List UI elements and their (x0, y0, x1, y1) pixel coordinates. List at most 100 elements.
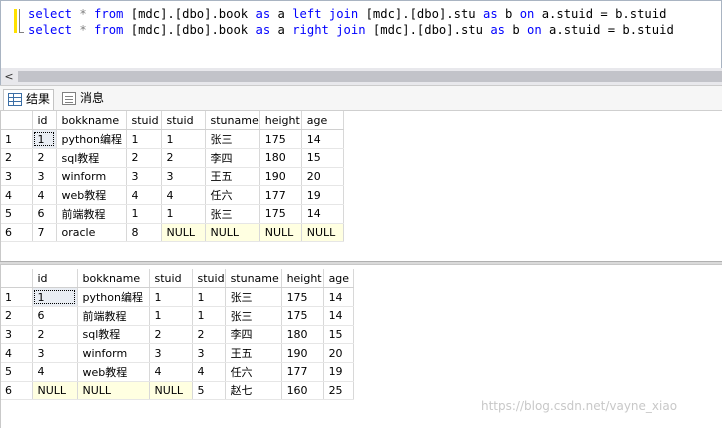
grid-cell[interactable]: 190 (281, 343, 324, 363)
grid-cell[interactable]: 2 (161, 148, 206, 168)
grid-cell[interactable]: NULL (205, 223, 260, 243)
scrollbar-thumb[interactable] (18, 71, 722, 82)
row-number[interactable]: 4 (1, 343, 33, 363)
tab-messages[interactable]: 消息 (58, 89, 110, 110)
table-row[interactable]: 5 4 web教程 4 4 任六 177 19 (1, 362, 354, 382)
column-header[interactable]: stuname (225, 269, 282, 289)
grid-cell[interactable]: 180 (281, 325, 324, 345)
grid-cell[interactable]: 25 (323, 381, 354, 401)
grid-cell[interactable]: winform (77, 343, 150, 363)
column-header[interactable]: bokkname (77, 269, 150, 289)
grid-cell[interactable]: 8 (126, 223, 162, 243)
grid-cell[interactable]: 2 (32, 325, 78, 345)
grid-cell[interactable]: 6 (32, 306, 78, 326)
row-number[interactable]: 2 (1, 148, 33, 168)
grid-cell[interactable]: 180 (259, 148, 302, 168)
grid-cell[interactable]: 3 (192, 343, 226, 363)
grid-cell[interactable]: sql教程 (77, 325, 150, 345)
grid-cell[interactable]: 张三 (205, 129, 260, 149)
row-number[interactable]: 6 (1, 223, 33, 243)
grid-cell[interactable]: 19 (323, 362, 354, 382)
row-number[interactable]: 2 (1, 306, 33, 326)
grid-cell[interactable]: 160 (281, 381, 324, 401)
row-number[interactable]: 5 (1, 204, 33, 224)
grid-cell[interactable]: 1 (32, 129, 57, 149)
grid-cell[interactable]: 1 (32, 287, 78, 307)
row-number[interactable]: 1 (1, 129, 33, 149)
column-header[interactable]: height (281, 269, 324, 289)
row-header-corner[interactable] (1, 269, 33, 289)
grid-cell[interactable]: NULL (32, 381, 78, 401)
grid-cell[interactable]: NULL (259, 223, 302, 243)
table-row[interactable]: 1 1 python编程 1 1 张三 175 14 (1, 129, 344, 149)
horizontal-scrollbar[interactable]: < (0, 68, 722, 85)
column-header[interactable]: stuid (161, 111, 206, 131)
row-number[interactable]: 5 (1, 362, 33, 382)
grid-cell[interactable]: 3 (161, 167, 206, 187)
grid-cell[interactable]: 1 (192, 306, 226, 326)
grid-cell[interactable]: 4 (32, 185, 57, 205)
grid-cell[interactable]: 1 (161, 129, 206, 149)
grid-cell[interactable]: 177 (259, 185, 302, 205)
grid-cell[interactable]: 1 (126, 129, 162, 149)
grid-cell[interactable]: 14 (301, 204, 344, 224)
grid-cell[interactable]: 20 (323, 343, 354, 363)
grid-cell[interactable]: 14 (323, 287, 354, 307)
grid-cell[interactable]: 2 (192, 325, 226, 345)
grid-cell[interactable]: 李四 (205, 148, 260, 168)
grid-cell[interactable]: 王五 (225, 343, 282, 363)
grid-cell[interactable]: 3 (149, 343, 193, 363)
column-header[interactable]: stuid (126, 111, 162, 131)
grid-cell[interactable]: 2 (149, 325, 193, 345)
table-row[interactable]: 1 1 python编程 1 1 张三 175 14 (1, 287, 354, 307)
grid-cell[interactable]: 3 (32, 343, 78, 363)
grid-cell[interactable]: 175 (281, 287, 324, 307)
grid-cell[interactable]: winform (56, 167, 127, 187)
grid-cell[interactable]: 3 (32, 167, 57, 187)
row-number[interactable]: 6 (1, 381, 33, 401)
grid-cell[interactable]: 14 (301, 129, 344, 149)
grid-cell[interactable]: NULL (149, 381, 193, 401)
grid-cell[interactable]: 4 (32, 362, 78, 382)
grid-cell[interactable]: 1 (149, 287, 193, 307)
grid-cell[interactable]: NULL (77, 381, 150, 401)
grid-cell[interactable]: 190 (259, 167, 302, 187)
column-header[interactable]: stuid (192, 269, 226, 289)
grid-cell[interactable]: 20 (301, 167, 344, 187)
table-row[interactable]: 4 4 web教程 4 4 任六 177 19 (1, 185, 344, 205)
grid-cell[interactable]: 5 (192, 381, 226, 401)
grid-cell[interactable]: 1 (161, 204, 206, 224)
grid-cell[interactable]: 李四 (225, 325, 282, 345)
grid-cell[interactable]: sql教程 (56, 148, 127, 168)
grid-cell[interactable]: 2 (126, 148, 162, 168)
scroll-left-icon[interactable]: < (3, 68, 15, 85)
grid-cell[interactable]: 6 (32, 204, 57, 224)
grid-cell[interactable]: 赵七 (225, 381, 282, 401)
grid-cell[interactable]: 2 (32, 148, 57, 168)
grid-cell[interactable]: 4 (126, 185, 162, 205)
grid-cell[interactable]: 3 (126, 167, 162, 187)
grid-cell[interactable]: 1 (149, 306, 193, 326)
grid-cell[interactable]: 177 (281, 362, 324, 382)
grid-cell[interactable]: NULL (301, 223, 344, 243)
row-number[interactable]: 3 (1, 325, 33, 345)
table-row[interactable]: 5 6 前端教程 1 1 张三 175 14 (1, 204, 344, 224)
grid-cell[interactable]: 4 (161, 185, 206, 205)
table-row[interactable]: 6 NULL NULL NULL 5 赵七 160 25 (1, 381, 354, 401)
grid-cell[interactable]: 王五 (205, 167, 260, 187)
grid-cell[interactable]: 1 (126, 204, 162, 224)
grid-cell[interactable]: python编程 (77, 287, 150, 307)
table-row[interactable]: 2 2 sql教程 2 2 李四 180 15 (1, 148, 344, 168)
grid-cell[interactable]: 15 (323, 325, 354, 345)
column-header[interactable]: stuid (149, 269, 193, 289)
grid-cell[interactable]: 前端教程 (56, 204, 127, 224)
table-row[interactable]: 4 3 winform 3 3 王五 190 20 (1, 343, 354, 363)
column-header[interactable]: age (301, 111, 344, 131)
code-line-1[interactable]: select * from [mdc].[dbo].book as a left… (28, 6, 666, 23)
grid-cell[interactable]: 19 (301, 185, 344, 205)
row-header-corner[interactable] (1, 111, 33, 131)
table-row[interactable]: 3 3 winform 3 3 王五 190 20 (1, 167, 344, 187)
grid-cell[interactable]: 4 (149, 362, 193, 382)
column-header[interactable]: stuname (205, 111, 260, 131)
row-number[interactable]: 4 (1, 185, 33, 205)
